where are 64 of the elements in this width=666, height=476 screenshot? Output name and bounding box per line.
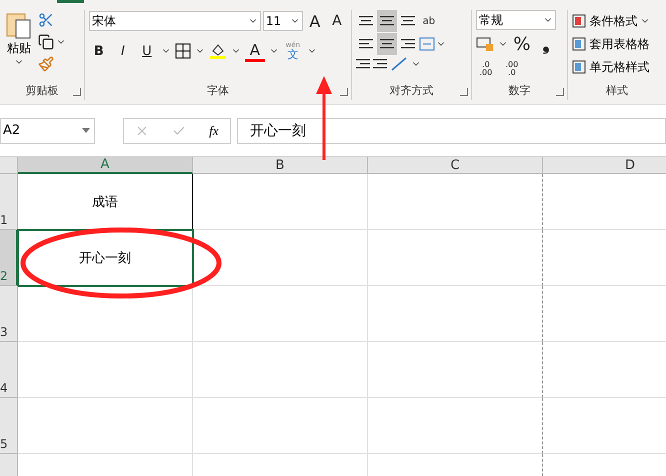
align-icon xyxy=(358,38,373,50)
column-header[interactable]: A xyxy=(18,157,193,174)
styles-menu-item[interactable]: 套用表格格 xyxy=(572,33,650,55)
font-size-field[interactable]: 11 xyxy=(262,11,303,31)
group-label: 对齐方式 xyxy=(389,83,434,99)
cell-text: 成语 xyxy=(92,194,118,210)
active-tab-indicator xyxy=(57,0,84,3)
wrap-text-button[interactable]: ab xyxy=(418,10,439,32)
group-label: 数字 xyxy=(508,83,531,99)
currency-icon[interactable] xyxy=(476,36,494,52)
orientation-icon[interactable] xyxy=(390,56,408,72)
font-name-field[interactable]: 宋体 xyxy=(88,11,261,31)
group-label: 字体 xyxy=(206,83,229,99)
launcher-icon[interactable] xyxy=(72,88,81,96)
group-label: 样式 xyxy=(606,83,628,99)
underline-button[interactable]: U xyxy=(136,40,157,62)
align-icon xyxy=(358,15,373,27)
launcher-icon[interactable] xyxy=(460,88,468,96)
column-header[interactable]: B xyxy=(193,157,368,174)
font-color-button[interactable]: A xyxy=(244,40,265,62)
styles-menu-item[interactable]: 条件格式 xyxy=(572,10,650,32)
align-icon xyxy=(380,15,394,27)
grow-font-button[interactable]: A xyxy=(304,10,325,32)
styles-menu-item[interactable]: 单元格样式 xyxy=(572,56,650,78)
table-style-icon xyxy=(572,37,586,51)
increase-decimal-button[interactable]: .0 .00 xyxy=(476,58,496,80)
align-icon xyxy=(356,58,370,70)
insert-function-button[interactable]: fx xyxy=(209,122,219,138)
row-header[interactable]: 3 xyxy=(0,286,18,342)
merge-icon[interactable] xyxy=(418,37,435,51)
comma-button[interactable]: ❟ xyxy=(536,33,556,55)
row-header[interactable]: 1 xyxy=(0,174,18,230)
copy-icon[interactable] xyxy=(38,34,54,50)
cell-text: 开心一刻 xyxy=(79,250,131,266)
dropdown-icon xyxy=(82,128,90,133)
align-button[interactable] xyxy=(376,10,397,32)
align-icon xyxy=(380,38,394,50)
table-style-icon xyxy=(572,60,586,74)
align-icon xyxy=(400,38,415,50)
italic-button[interactable]: I xyxy=(112,40,133,62)
borders-icon[interactable] xyxy=(174,43,191,59)
column-header[interactable]: C xyxy=(368,157,543,174)
column-header[interactable]: D xyxy=(543,157,666,174)
fill-color-icon[interactable] xyxy=(208,42,227,60)
formula-field[interactable]: 开心一刻 xyxy=(237,118,666,144)
row-header[interactable]: 2 xyxy=(0,230,18,286)
launcher-icon[interactable] xyxy=(340,88,348,96)
align-icon xyxy=(372,58,387,70)
bold-button[interactable]: B xyxy=(88,40,109,62)
name-box[interactable]: A2 xyxy=(0,118,95,144)
align-icon xyxy=(400,15,415,27)
percent-button[interactable]: % xyxy=(512,33,532,55)
row-header[interactable]: 4 xyxy=(0,342,18,398)
table-style-icon xyxy=(572,14,586,28)
shrink-font-button[interactable]: A xyxy=(326,10,347,32)
group-label: 剪贴板 xyxy=(25,83,58,99)
format-painter-icon[interactable] xyxy=(38,56,54,72)
row-header[interactable]: 5 xyxy=(0,398,18,454)
number-format-field[interactable]: 常规 xyxy=(476,10,556,30)
paste-button[interactable]: 粘贴 xyxy=(4,10,34,82)
decrease-decimal-button[interactable]: .00 .0 xyxy=(502,58,522,80)
launcher-icon[interactable] xyxy=(556,88,564,96)
align-button[interactable] xyxy=(376,33,397,55)
scissors-icon[interactable] xyxy=(38,12,54,28)
